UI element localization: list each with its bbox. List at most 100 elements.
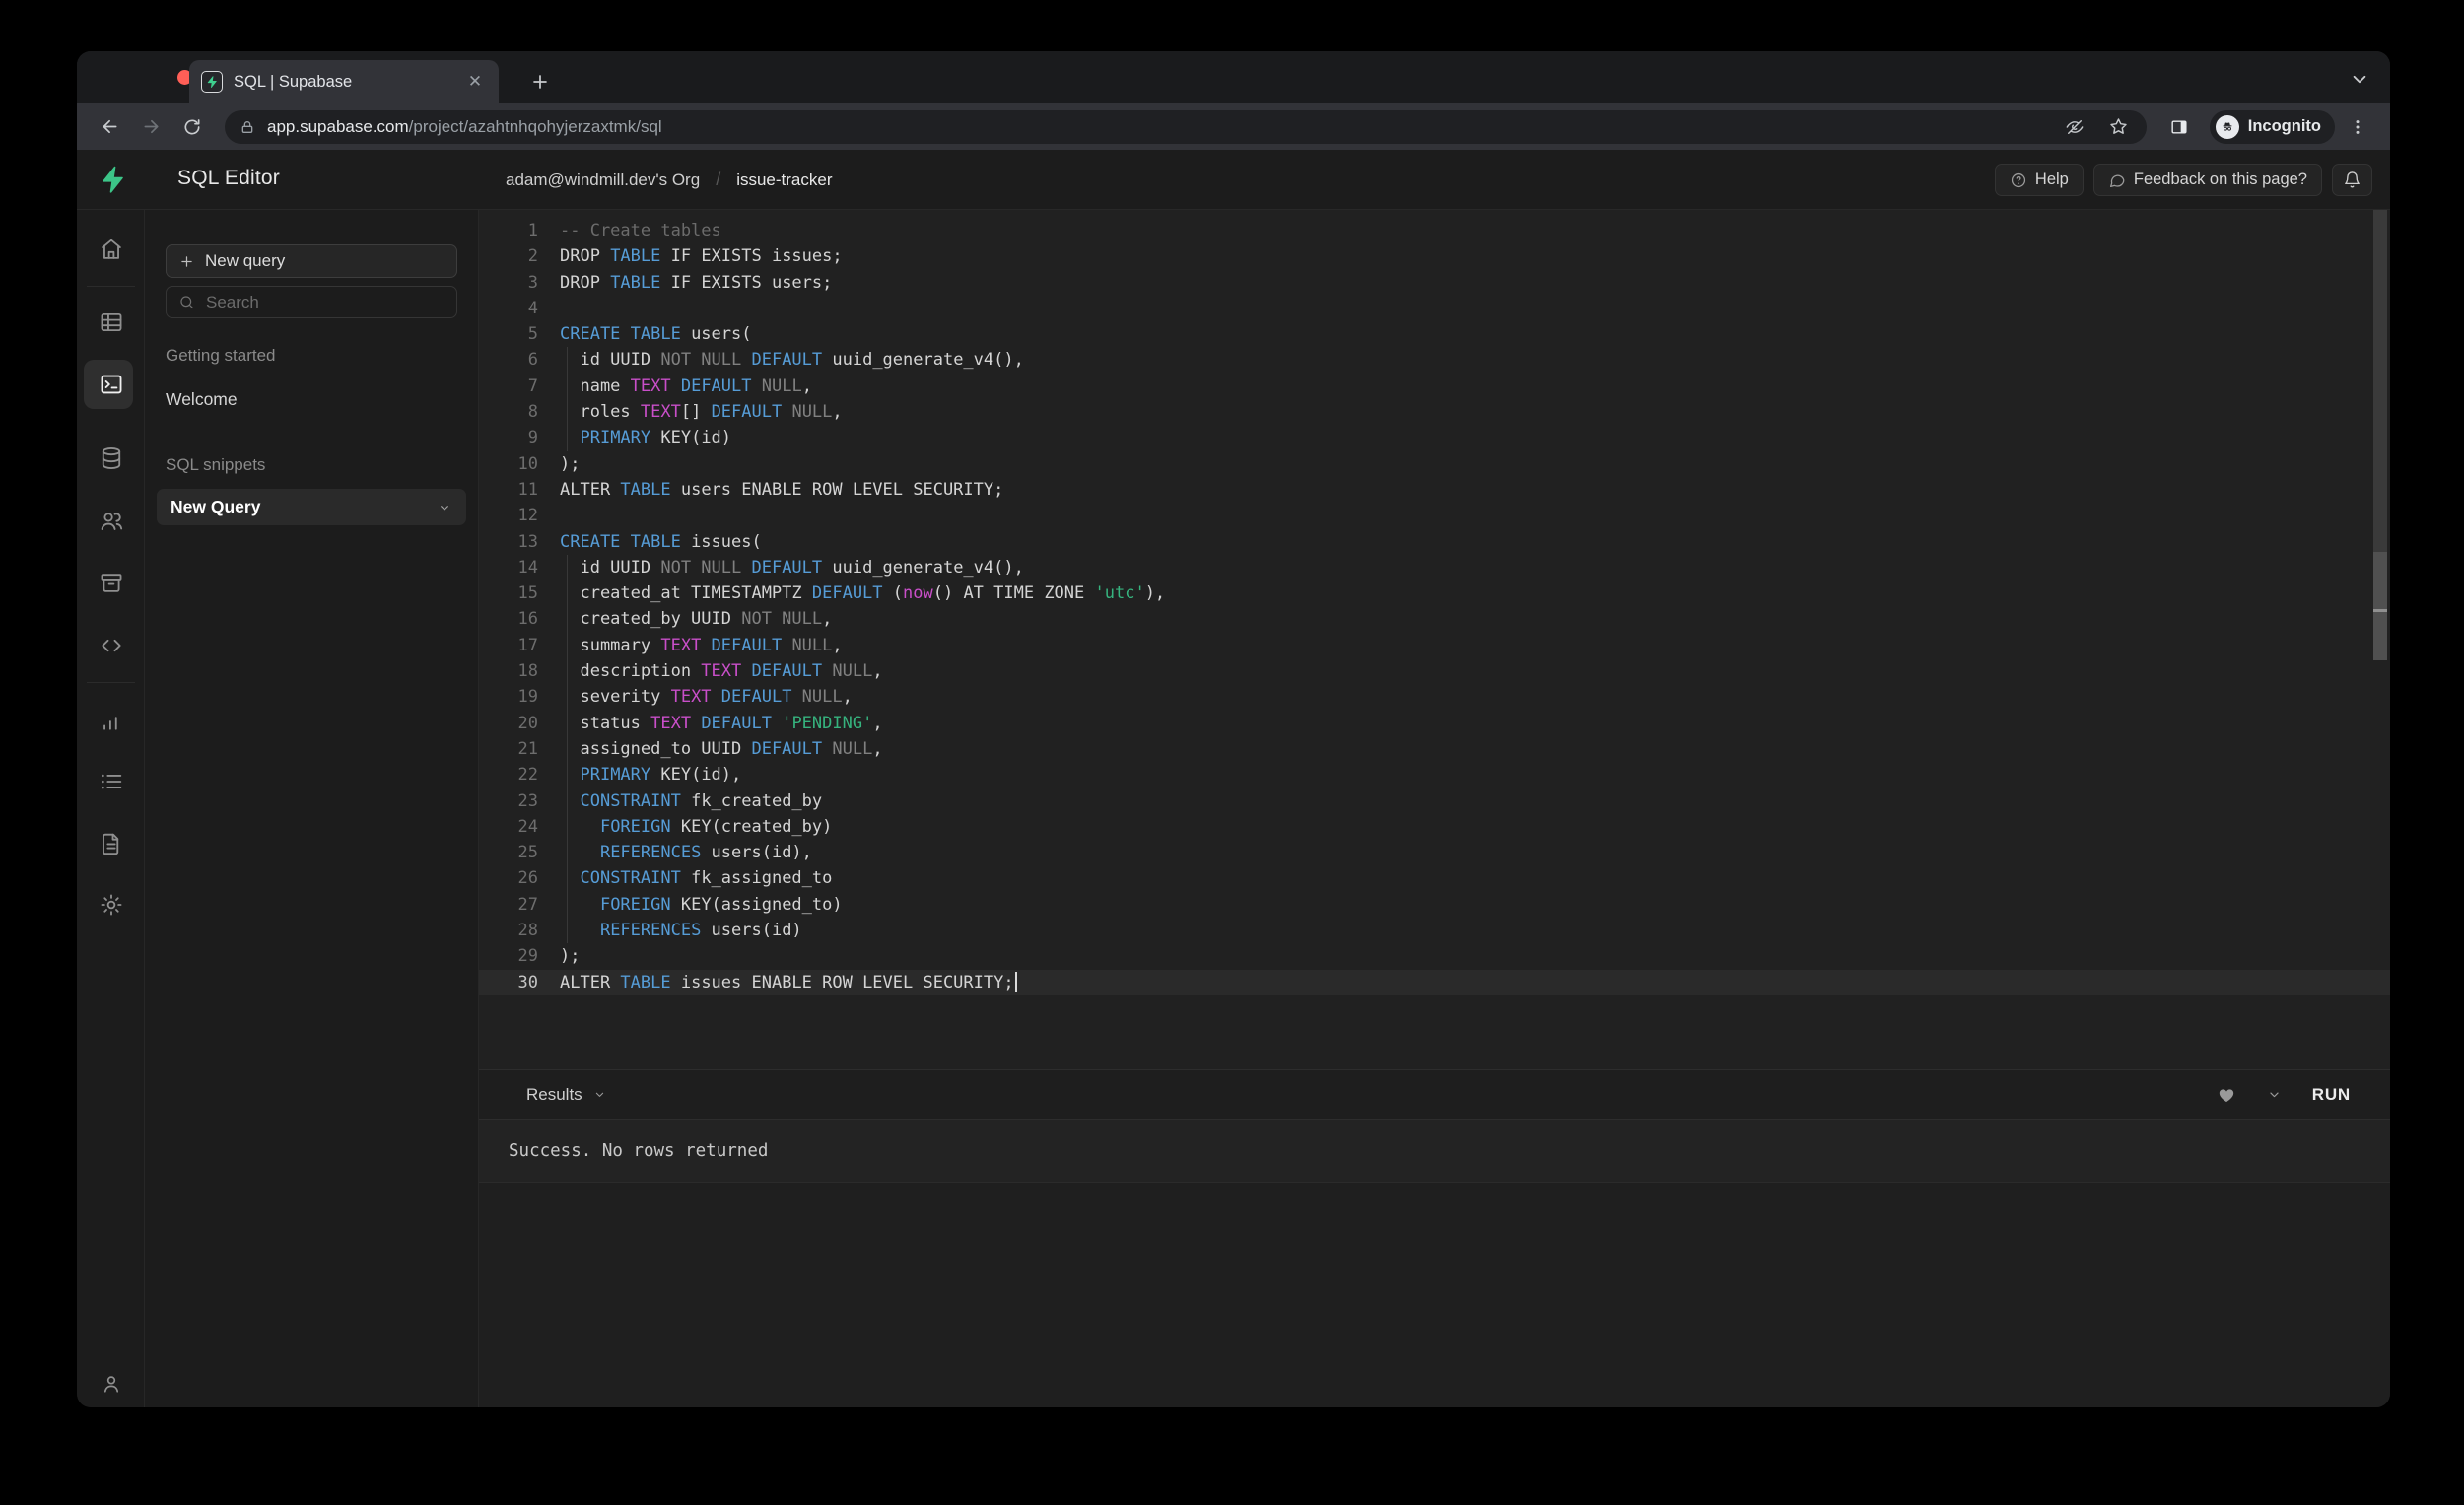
code-line-13: 13CREATE TABLE issues( [479, 529, 2390, 555]
help-label: Help [2035, 171, 2069, 189]
incognito-label: Incognito [2248, 117, 2321, 136]
browser-window: SQL | Supabase ✕ app.supabase.com/projec… [77, 51, 2390, 1407]
line-number: 25 [479, 840, 538, 865]
supabase-logo-icon[interactable] [97, 164, 128, 195]
feedback-label: Feedback on this page? [2134, 171, 2307, 189]
tab-title: SQL | Supabase [234, 73, 463, 92]
rail-item-home-icon[interactable] [77, 224, 145, 275]
line-number: 2 [479, 243, 538, 269]
line-number: 6 [479, 347, 538, 373]
line-number: 10 [479, 451, 538, 477]
line-number: 17 [479, 633, 538, 658]
run-options-chevron-icon[interactable] [2266, 1086, 2283, 1103]
line-number: 23 [479, 788, 538, 814]
rail-item-edge-functions-icon[interactable] [77, 620, 145, 671]
code-line-3: 3DROP TABLE IF EXISTS users; [479, 270, 2390, 296]
text-cursor [1015, 972, 1017, 992]
new-query-label: New query [205, 251, 285, 271]
editor-scroll-marker [2373, 609, 2387, 612]
code-line-16: 16 created_by UUID NOT NULL, [479, 606, 2390, 632]
code-line-27: 27 FOREIGN KEY(assigned_to) [479, 892, 2390, 918]
code-line-1: 1-- Create tables [479, 218, 2390, 243]
rail-divider [87, 286, 135, 287]
code-line-4: 4 [479, 296, 2390, 321]
rail-item-database-icon[interactable] [77, 433, 145, 484]
storage-icon [99, 570, 124, 595]
app-header: SQL Editor adam@windmill.dev's Org / iss… [77, 150, 2390, 210]
code-line-30: 30ALTER TABLE issues ENABLE ROW LEVEL SE… [479, 970, 2390, 995]
snippet-label: New Query [171, 497, 260, 517]
new-query-button[interactable]: New query [166, 244, 457, 278]
supabase-favicon-icon [201, 71, 223, 93]
sidebar-item-new-query[interactable]: New Query [157, 489, 466, 525]
rail-divider [87, 682, 135, 683]
sql-editor[interactable]: 1-- Create tables2DROP TABLE IF EXISTS i… [479, 210, 2390, 1069]
forward-button[interactable] [132, 109, 170, 145]
code-line-29: 29); [479, 943, 2390, 969]
settings-icon [99, 892, 124, 918]
line-number: 1 [479, 218, 538, 243]
tab-close-icon[interactable]: ✕ [463, 70, 487, 94]
rail-item-reports-icon[interactable] [77, 695, 145, 746]
notifications-button[interactable] [2332, 164, 2372, 196]
rail-item-table-editor-icon[interactable] [77, 297, 145, 348]
line-number: 13 [479, 529, 538, 555]
incognito-badge[interactable]: Incognito [2210, 110, 2335, 144]
code-line-26: 26 CONSTRAINT fk_assigned_to [479, 865, 2390, 891]
back-button[interactable] [91, 109, 128, 145]
auth-users-icon [99, 509, 124, 534]
line-number: 16 [479, 606, 538, 632]
tab-search-chevron-icon[interactable] [2347, 66, 2372, 92]
address-bar[interactable]: app.supabase.com/project/azahtnhqohyjerz… [225, 110, 2147, 144]
bookmark-star-icon[interactable] [2108, 116, 2129, 137]
run-button[interactable]: RUN [2312, 1085, 2351, 1105]
help-button[interactable]: Help [1995, 164, 2084, 196]
eye-off-icon[interactable] [2065, 117, 2085, 137]
browser-menu-icon[interactable] [2339, 109, 2376, 145]
search-icon [178, 294, 195, 310]
side-panel-icon[interactable] [2160, 109, 2198, 145]
code-area[interactable]: 1-- Create tables2DROP TABLE IF EXISTS i… [479, 210, 2390, 1069]
rail-item-account[interactable] [77, 1358, 145, 1407]
new-tab-button[interactable] [522, 64, 558, 100]
incognito-icon [2216, 115, 2239, 139]
rail-item-docs-icon[interactable] [77, 818, 145, 869]
line-number: 27 [479, 892, 538, 918]
breadcrumb-org[interactable]: adam@windmill.dev's Org [506, 171, 700, 190]
search-input[interactable] [206, 293, 445, 312]
favorite-heart-icon[interactable] [2217, 1085, 2236, 1105]
nav-rail [77, 210, 145, 1407]
line-number: 9 [479, 425, 538, 450]
code-line-6: 6 id UUID NOT NULL DEFAULT uuid_generate… [479, 347, 2390, 373]
results-dropdown[interactable]: Results [526, 1085, 607, 1105]
tab-strip: SQL | Supabase ✕ [77, 51, 2390, 103]
results-label: Results [526, 1085, 582, 1105]
rail-item-logs-icon[interactable] [77, 756, 145, 807]
rail-item-auth-users-icon[interactable] [77, 496, 145, 547]
code-line-28: 28 REFERENCES users(id) [479, 918, 2390, 943]
code-line-2: 2DROP TABLE IF EXISTS issues; [479, 243, 2390, 269]
rail-item-storage-icon[interactable] [77, 557, 145, 608]
line-number: 5 [479, 321, 538, 347]
editor-scrollbar-thumb[interactable] [2373, 552, 2387, 660]
code-line-14: 14 id UUID NOT NULL DEFAULT uuid_generat… [479, 555, 2390, 581]
breadcrumb-project[interactable]: issue-tracker [736, 171, 832, 190]
search-box[interactable] [166, 286, 457, 318]
feedback-button[interactable]: Feedback on this page? [2093, 164, 2322, 196]
results-bar: Results RUN [479, 1069, 2390, 1120]
reload-button[interactable] [173, 109, 211, 145]
browser-toolbar: app.supabase.com/project/azahtnhqohyjerz… [77, 103, 2390, 150]
url-path: /project/azahtnhqohyjerzaxtmk/sql [409, 117, 662, 136]
section-getting-started: Getting started [166, 346, 457, 366]
line-number: 14 [479, 555, 538, 581]
chevron-down-icon [592, 1087, 607, 1102]
line-number: 22 [479, 762, 538, 787]
home-icon [99, 237, 124, 262]
rail-item-settings-icon[interactable] [77, 879, 145, 930]
chevron-down-icon[interactable] [437, 500, 452, 515]
rail-item-sql-editor-icon[interactable] [77, 359, 145, 410]
code-line-18: 18 description TEXT DEFAULT NULL, [479, 658, 2390, 684]
line-number: 26 [479, 865, 538, 891]
browser-tab[interactable]: SQL | Supabase ✕ [189, 60, 499, 103]
sidebar-item-welcome[interactable]: Welcome [166, 389, 457, 410]
